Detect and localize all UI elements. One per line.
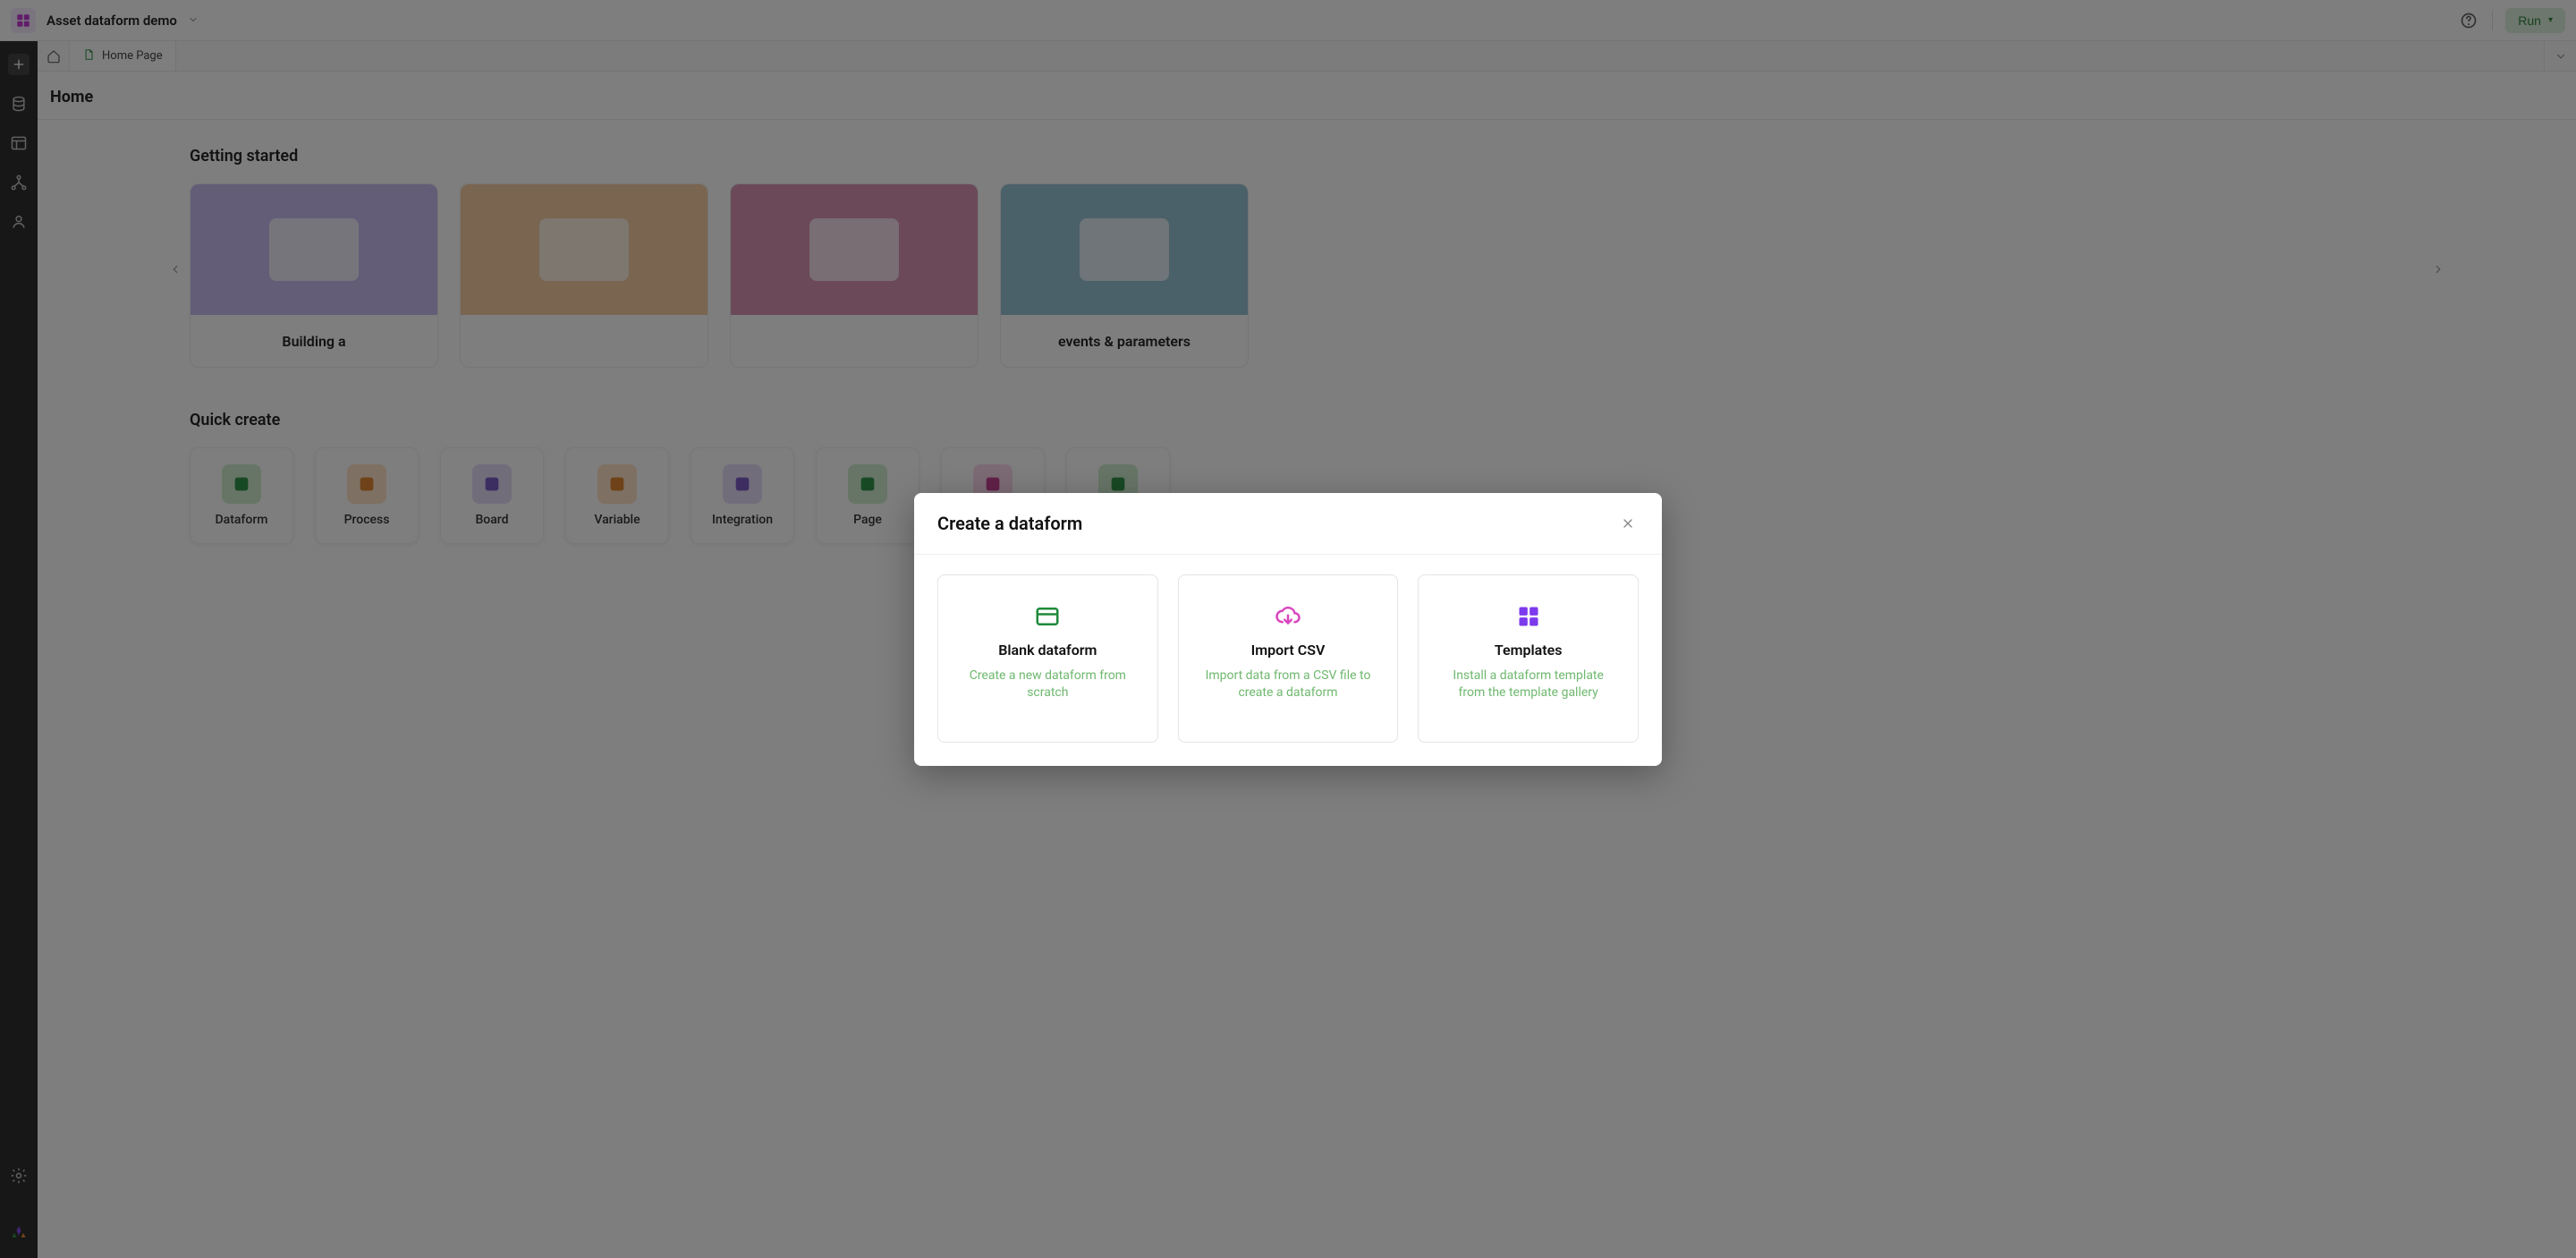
blank-option-icon	[1034, 600, 1061, 633]
option-desc: Install a dataform template from the tem…	[1439, 667, 1618, 702]
import-option-icon	[1275, 600, 1301, 633]
option-title: Blank dataform	[998, 642, 1097, 659]
modal-option-templates[interactable]: Templates Install a dataform template fro…	[1418, 574, 1639, 743]
templates-option-icon	[1516, 600, 1541, 633]
option-title: Templates	[1495, 642, 1563, 659]
modal-overlay[interactable]: Create a dataform Blank dataform Create a…	[0, 0, 2576, 1258]
modal-body: Blank dataform Create a new dataform from…	[914, 555, 1662, 766]
modal-header: Create a dataform	[914, 493, 1662, 555]
modal-close-button[interactable]	[1617, 513, 1639, 534]
option-title: Import CSV	[1251, 642, 1326, 659]
option-desc: Import data from a CSV file to create a …	[1199, 667, 1377, 702]
create-dataform-modal: Create a dataform Blank dataform Create a…	[914, 493, 1662, 766]
modal-title: Create a dataform	[937, 513, 1082, 534]
modal-option-import[interactable]: Import CSV Import data from a CSV file to…	[1178, 574, 1399, 743]
option-desc: Create a new dataform from scratch	[958, 667, 1137, 702]
modal-option-blank[interactable]: Blank dataform Create a new dataform from…	[937, 574, 1158, 743]
